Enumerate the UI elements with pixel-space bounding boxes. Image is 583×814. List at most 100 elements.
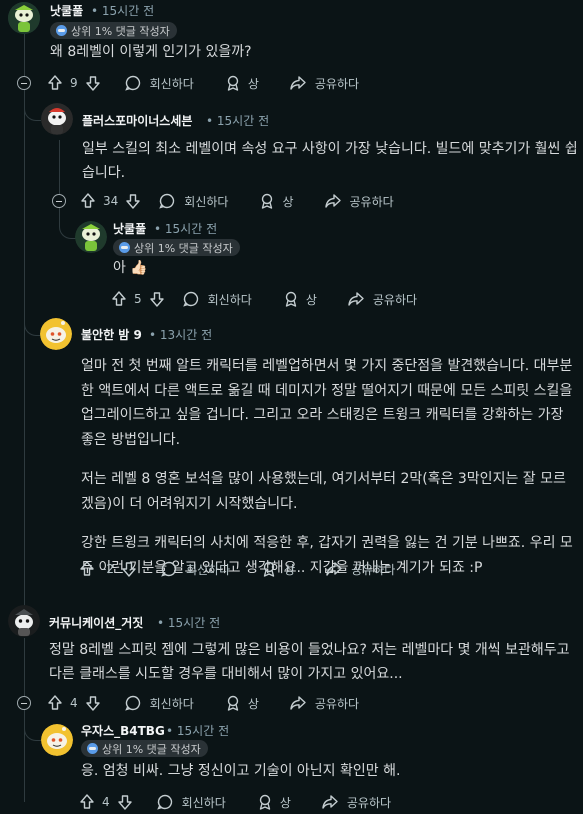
- thread-connector-c3: [59, 210, 76, 239]
- timestamp: • 15시간 전: [154, 222, 218, 236]
- reply-button[interactable]: 회신하다: [158, 192, 228, 210]
- user-flair: 상위 1% 댓글 작성자: [81, 740, 208, 757]
- username[interactable]: 불안한 밤 9: [81, 326, 142, 343]
- award-icon: [227, 75, 239, 91]
- avatar[interactable]: [8, 605, 40, 637]
- award-button[interactable]: 상: [258, 192, 294, 210]
- avatar[interactable]: [8, 2, 40, 34]
- username[interactable]: 플러스포마이너스세븐: [82, 112, 192, 129]
- reply-bubble-icon: [182, 291, 198, 307]
- downvote-icon[interactable]: [84, 694, 102, 712]
- comment-actions: -2 회신하다 상 공유하다: [78, 557, 395, 581]
- award-icon: [227, 695, 239, 711]
- upvote-icon[interactable]: [46, 74, 64, 92]
- avatar[interactable]: [41, 103, 73, 135]
- reply-bubble-icon: [159, 193, 175, 209]
- reply-button[interactable]: 회신하다: [182, 290, 252, 308]
- username[interactable]: 우자스_B4TBG: [81, 722, 165, 739]
- comment-body: 응. 엄청 비싸. 그냥 정신이고 기술이 아닌지 확인만 해.: [81, 763, 401, 779]
- comment-body: 왜 8레벨이 이렇게 인기가 있을까?: [50, 44, 252, 60]
- comment-body: 일부 스킬의 최소 레벨이며 속성 요구 사항이 가장 낮습니다. 빌드에 맞추…: [82, 141, 578, 181]
- upvote-icon[interactable]: [78, 560, 96, 578]
- vote-count: 9: [70, 76, 78, 90]
- comment-actions: 4 회신하다 상 공유하다: [46, 691, 359, 715]
- upvote-icon[interactable]: [78, 793, 96, 811]
- upvote-icon[interactable]: [110, 290, 128, 308]
- downvote-icon[interactable]: [120, 560, 138, 578]
- snoo-avatar-icon: [40, 318, 72, 350]
- thread-connector-c2: [24, 100, 41, 121]
- username[interactable]: 낫쿨풀: [50, 2, 83, 19]
- collapse-minus-icon[interactable]: [17, 76, 31, 90]
- share-button[interactable]: 공유하다: [347, 290, 417, 308]
- flair-icon: [56, 25, 67, 36]
- reply-button[interactable]: 회신하다: [156, 793, 226, 811]
- avatar[interactable]: [40, 318, 72, 350]
- reply-bubble-icon: [161, 561, 177, 577]
- collapse-minus-icon[interactable]: [17, 696, 31, 710]
- comment-body: 얼마 전 첫 번째 알트 캐릭터를 레벨업하면서 몇 가지 중단점을 발견했습니…: [81, 358, 573, 576]
- award-button[interactable]: 상: [224, 74, 259, 92]
- vote-group: 34: [79, 192, 142, 210]
- snoo-avatar-icon: [41, 724, 73, 756]
- timestamp: • 15시간 전: [91, 4, 155, 18]
- upvote-icon[interactable]: [79, 192, 97, 210]
- vote-count: 4: [102, 795, 110, 809]
- snoo-avatar-icon: [75, 221, 107, 253]
- share-button[interactable]: 공유하다: [324, 192, 394, 210]
- comment-body: 아 👍🏻: [113, 260, 148, 276]
- downvote-icon[interactable]: [116, 793, 134, 811]
- award-button[interactable]: 상: [260, 560, 295, 578]
- comment-actions: 34 회신하다 상 공유하다: [79, 189, 394, 213]
- share-button[interactable]: 공유하다: [321, 793, 391, 811]
- snoo-avatar-icon: [8, 2, 40, 34]
- share-arrow-icon: [322, 795, 338, 809]
- award-icon: [259, 794, 271, 810]
- vote-group: 5: [110, 290, 166, 308]
- reply-button[interactable]: 회신하다: [160, 560, 230, 578]
- award-button[interactable]: 상: [256, 793, 291, 811]
- collapse-minus-icon[interactable]: [52, 194, 66, 208]
- comment-actions: 9 회신하다 상 공유하다: [46, 71, 359, 95]
- timestamp: • 13시간 전: [149, 328, 213, 342]
- share-arrow-icon: [324, 194, 341, 208]
- avatar[interactable]: [41, 724, 73, 756]
- reply-bubble-icon: [156, 794, 172, 810]
- award-icon: [285, 291, 297, 307]
- award-button[interactable]: 상: [224, 694, 259, 712]
- upvote-icon[interactable]: [46, 694, 64, 712]
- share-arrow-icon: [290, 696, 306, 710]
- downvote-icon[interactable]: [124, 192, 142, 210]
- vote-group: 4: [78, 793, 134, 811]
- share-arrow-icon: [348, 292, 364, 306]
- vote-count: -2: [102, 562, 114, 576]
- timestamp: • 15시간 전: [166, 724, 230, 738]
- reply-button[interactable]: 회신하다: [124, 694, 194, 712]
- flair-icon: [119, 242, 130, 253]
- avatar[interactable]: [75, 221, 107, 253]
- comment-body: 정말 8레벨 스피릿 젬에 그렇게 많은 비용이 들었나요? 저는 레벨마다 몇…: [49, 642, 570, 682]
- snoo-avatar-icon: [8, 605, 40, 637]
- share-button[interactable]: 공유하다: [325, 560, 395, 578]
- username[interactable]: 낫쿨풀: [113, 220, 146, 237]
- share-arrow-icon: [290, 76, 306, 90]
- thread-connector-c6: [24, 712, 41, 741]
- timestamp: • 15시간 전: [157, 616, 221, 630]
- comment-actions: 4 회신하다 상 공유하다: [78, 790, 391, 814]
- vote-count: 4: [70, 696, 78, 710]
- vote-group: 9: [46, 74, 102, 92]
- reply-button[interactable]: 회신하다: [124, 74, 194, 92]
- downvote-icon[interactable]: [148, 290, 166, 308]
- share-button[interactable]: 공유하다: [289, 74, 359, 92]
- user-flair: 상위 1% 댓글 작성자: [113, 239, 240, 256]
- username[interactable]: 커뮤니케이션_거짓: [49, 614, 143, 631]
- reply-bubble-icon: [124, 75, 140, 91]
- vote-count: 5: [134, 292, 142, 306]
- share-button[interactable]: 공유하다: [289, 694, 359, 712]
- reply-bubble-icon: [124, 695, 140, 711]
- downvote-icon[interactable]: [84, 74, 102, 92]
- vote-group: -2: [78, 560, 138, 578]
- award-button[interactable]: 상: [282, 290, 317, 308]
- thread-connector-c4: [24, 305, 41, 336]
- award-icon: [262, 193, 273, 209]
